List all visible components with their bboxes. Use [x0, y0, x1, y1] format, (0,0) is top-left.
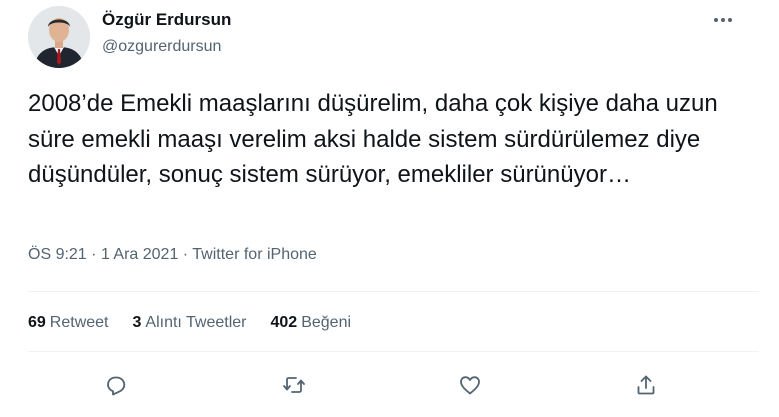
meta-separator: · [91, 246, 101, 263]
tweet-metadata: ÖS 9:21 · 1 Ara 2021 · Twitter for iPhon… [28, 246, 317, 264]
author-display-name[interactable]: Özgür Erdursun [102, 10, 231, 30]
share-button[interactable] [626, 362, 666, 408]
more-horizontal-icon-dot [728, 18, 732, 22]
more-horizontal-icon-dot [721, 18, 725, 22]
retweet-icon [283, 377, 305, 393]
likes-label: Beğeni [301, 314, 352, 331]
tweet-stats: 69 Retweet 3 Alıntı Tweetler 402 Beğeni [28, 314, 375, 332]
tweet-date[interactable]: 1 Ara 2021 [101, 246, 178, 263]
meta-separator: · [182, 246, 193, 263]
tweet-card: Özgür Erdursun @ozgurerdursun 2008’de Em… [0, 0, 760, 417]
more-options-button[interactable] [708, 8, 738, 32]
share-icon [637, 375, 655, 395]
retweets-label: Retweet [49, 314, 109, 331]
retweet-button[interactable] [274, 362, 314, 408]
quotes-stat[interactable]: 3 Alıntı Tweetler [133, 314, 247, 332]
tweet-time[interactable]: ÖS 9:21 [28, 246, 87, 263]
likes-stat[interactable]: 402 Beğeni [271, 314, 352, 332]
likes-count: 402 [270, 314, 298, 331]
avatar[interactable] [28, 6, 90, 68]
tweet-actions [28, 362, 759, 408]
reply-icon [107, 376, 126, 396]
reply-button[interactable] [96, 362, 136, 408]
heart-icon [460, 376, 480, 395]
like-button[interactable] [450, 362, 490, 408]
author-handle[interactable]: @ozgurerdursun [102, 38, 221, 56]
quotes-count: 3 [132, 314, 142, 331]
tweet-text: 2008’de Emekli maaşlarını düşürelim, dah… [28, 90, 718, 188]
retweets-stat[interactable]: 69 Retweet [28, 314, 109, 332]
quotes-label: Alıntı Tweetler [145, 314, 247, 331]
avatar-photo [28, 6, 90, 68]
tweet-source[interactable]: Twitter for iPhone [192, 246, 317, 263]
more-horizontal-icon [714, 18, 718, 22]
retweets-count: 69 [28, 314, 46, 331]
divider [28, 291, 759, 292]
divider [28, 351, 759, 352]
